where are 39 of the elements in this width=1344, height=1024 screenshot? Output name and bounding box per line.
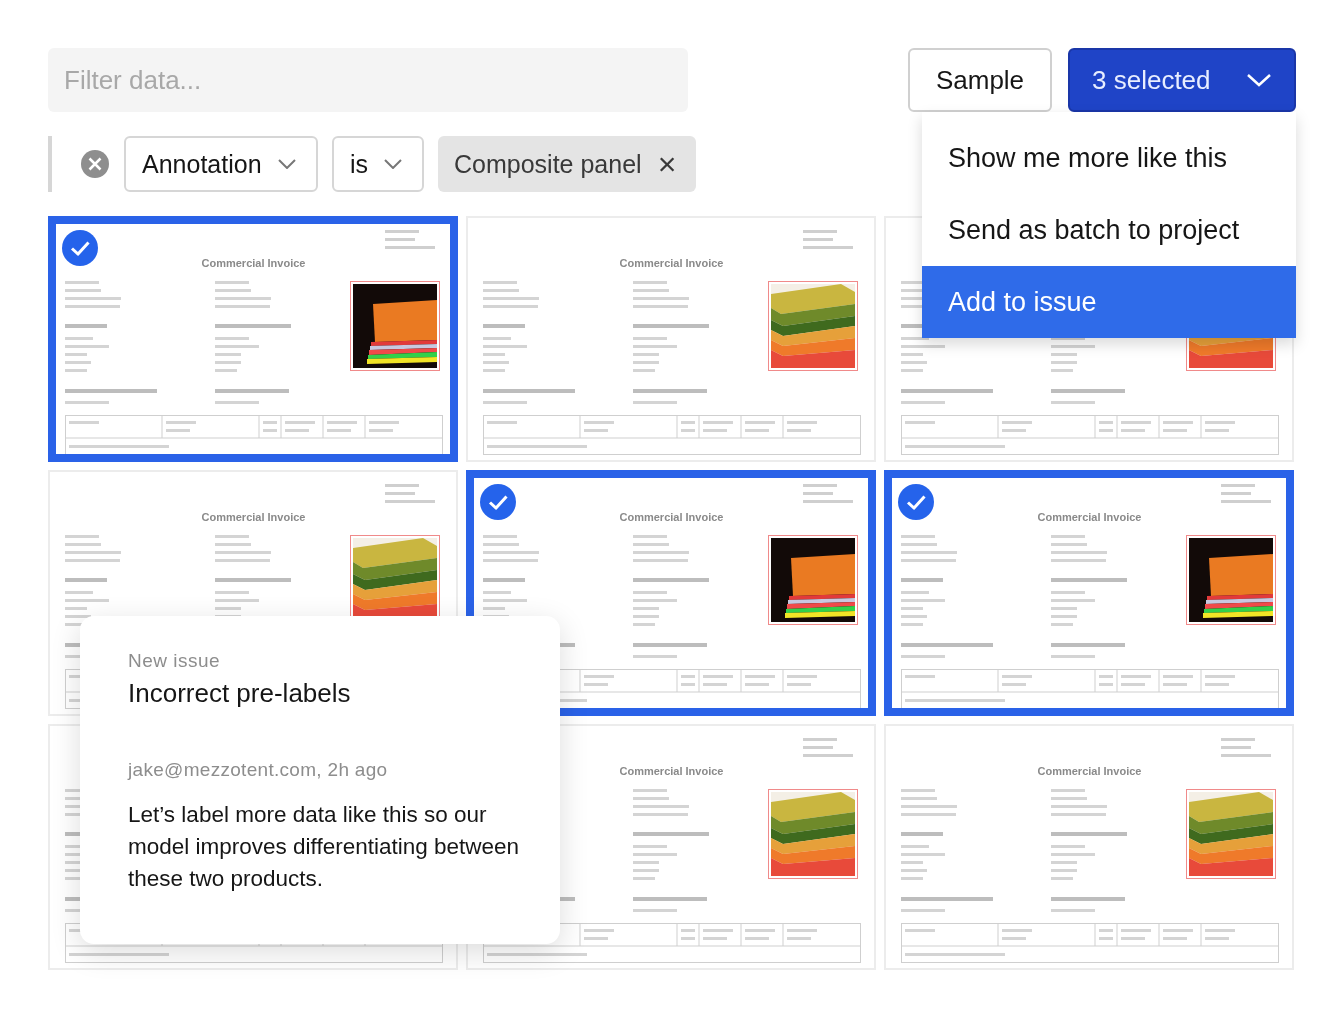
invoice-title: Commercial Invoice xyxy=(1037,511,1142,523)
caret-icon xyxy=(1246,73,1272,87)
address-lines-drawing xyxy=(1221,738,1271,757)
address-lines-drawing xyxy=(385,484,435,503)
checkmark-icon xyxy=(62,230,98,266)
issue-title: Incorrect pre-labels xyxy=(128,678,352,709)
menu-item[interactable]: Show me more like this xyxy=(922,122,1296,194)
field-dropdown[interactable]: Annotation xyxy=(124,136,318,192)
address-lines-drawing xyxy=(1221,484,1271,503)
address-lines-drawing xyxy=(803,738,853,757)
caret-icon xyxy=(278,159,296,169)
invoice-title: Commercial Invoice xyxy=(619,257,724,269)
menu-item[interactable]: Add to issue xyxy=(922,266,1296,338)
address-lines-drawing xyxy=(385,230,435,249)
comment-author: jake@mezzotent.com, 2h ago xyxy=(128,759,389,781)
menu-item[interactable]: Send as batch to project xyxy=(922,194,1296,266)
operator-dropdown[interactable]: is xyxy=(332,136,424,192)
invoice-card[interactable]: Commercial Invoice xyxy=(48,216,458,462)
clear-icon[interactable] xyxy=(80,149,110,179)
invoice-title: Commercial Invoice xyxy=(201,257,306,269)
invoice-card[interactable]: Commercial Invoice xyxy=(466,470,876,716)
remove-button[interactable]: × xyxy=(657,148,677,180)
invoice-title: Commercial Invoice xyxy=(201,511,306,523)
selection-dropdown-button[interactable]: 3 selected xyxy=(1068,48,1296,112)
invoice-card[interactable]: Commercial Invoice xyxy=(884,724,1294,970)
caret-icon xyxy=(384,159,402,169)
filter-field[interactable]: Filter data... xyxy=(48,48,688,112)
address-lines-drawing xyxy=(803,484,853,503)
address-lines-drawing xyxy=(803,230,853,249)
invoice-title: Commercial Invoice xyxy=(619,511,724,523)
checkmark-icon xyxy=(898,484,934,520)
invoice-title: Commercial Invoice xyxy=(619,765,724,777)
popover-label: New issue xyxy=(128,650,222,672)
invoice-title: Commercial Invoice xyxy=(1037,765,1142,777)
sample-button[interactable]: Sample xyxy=(908,48,1052,112)
checkmark-icon xyxy=(480,484,516,520)
chip-label: Composite panel xyxy=(454,149,642,179)
invoice-card[interactable]: Commercial Invoice xyxy=(884,470,1294,716)
invoice-card[interactable]: Commercial Invoice xyxy=(466,216,876,462)
